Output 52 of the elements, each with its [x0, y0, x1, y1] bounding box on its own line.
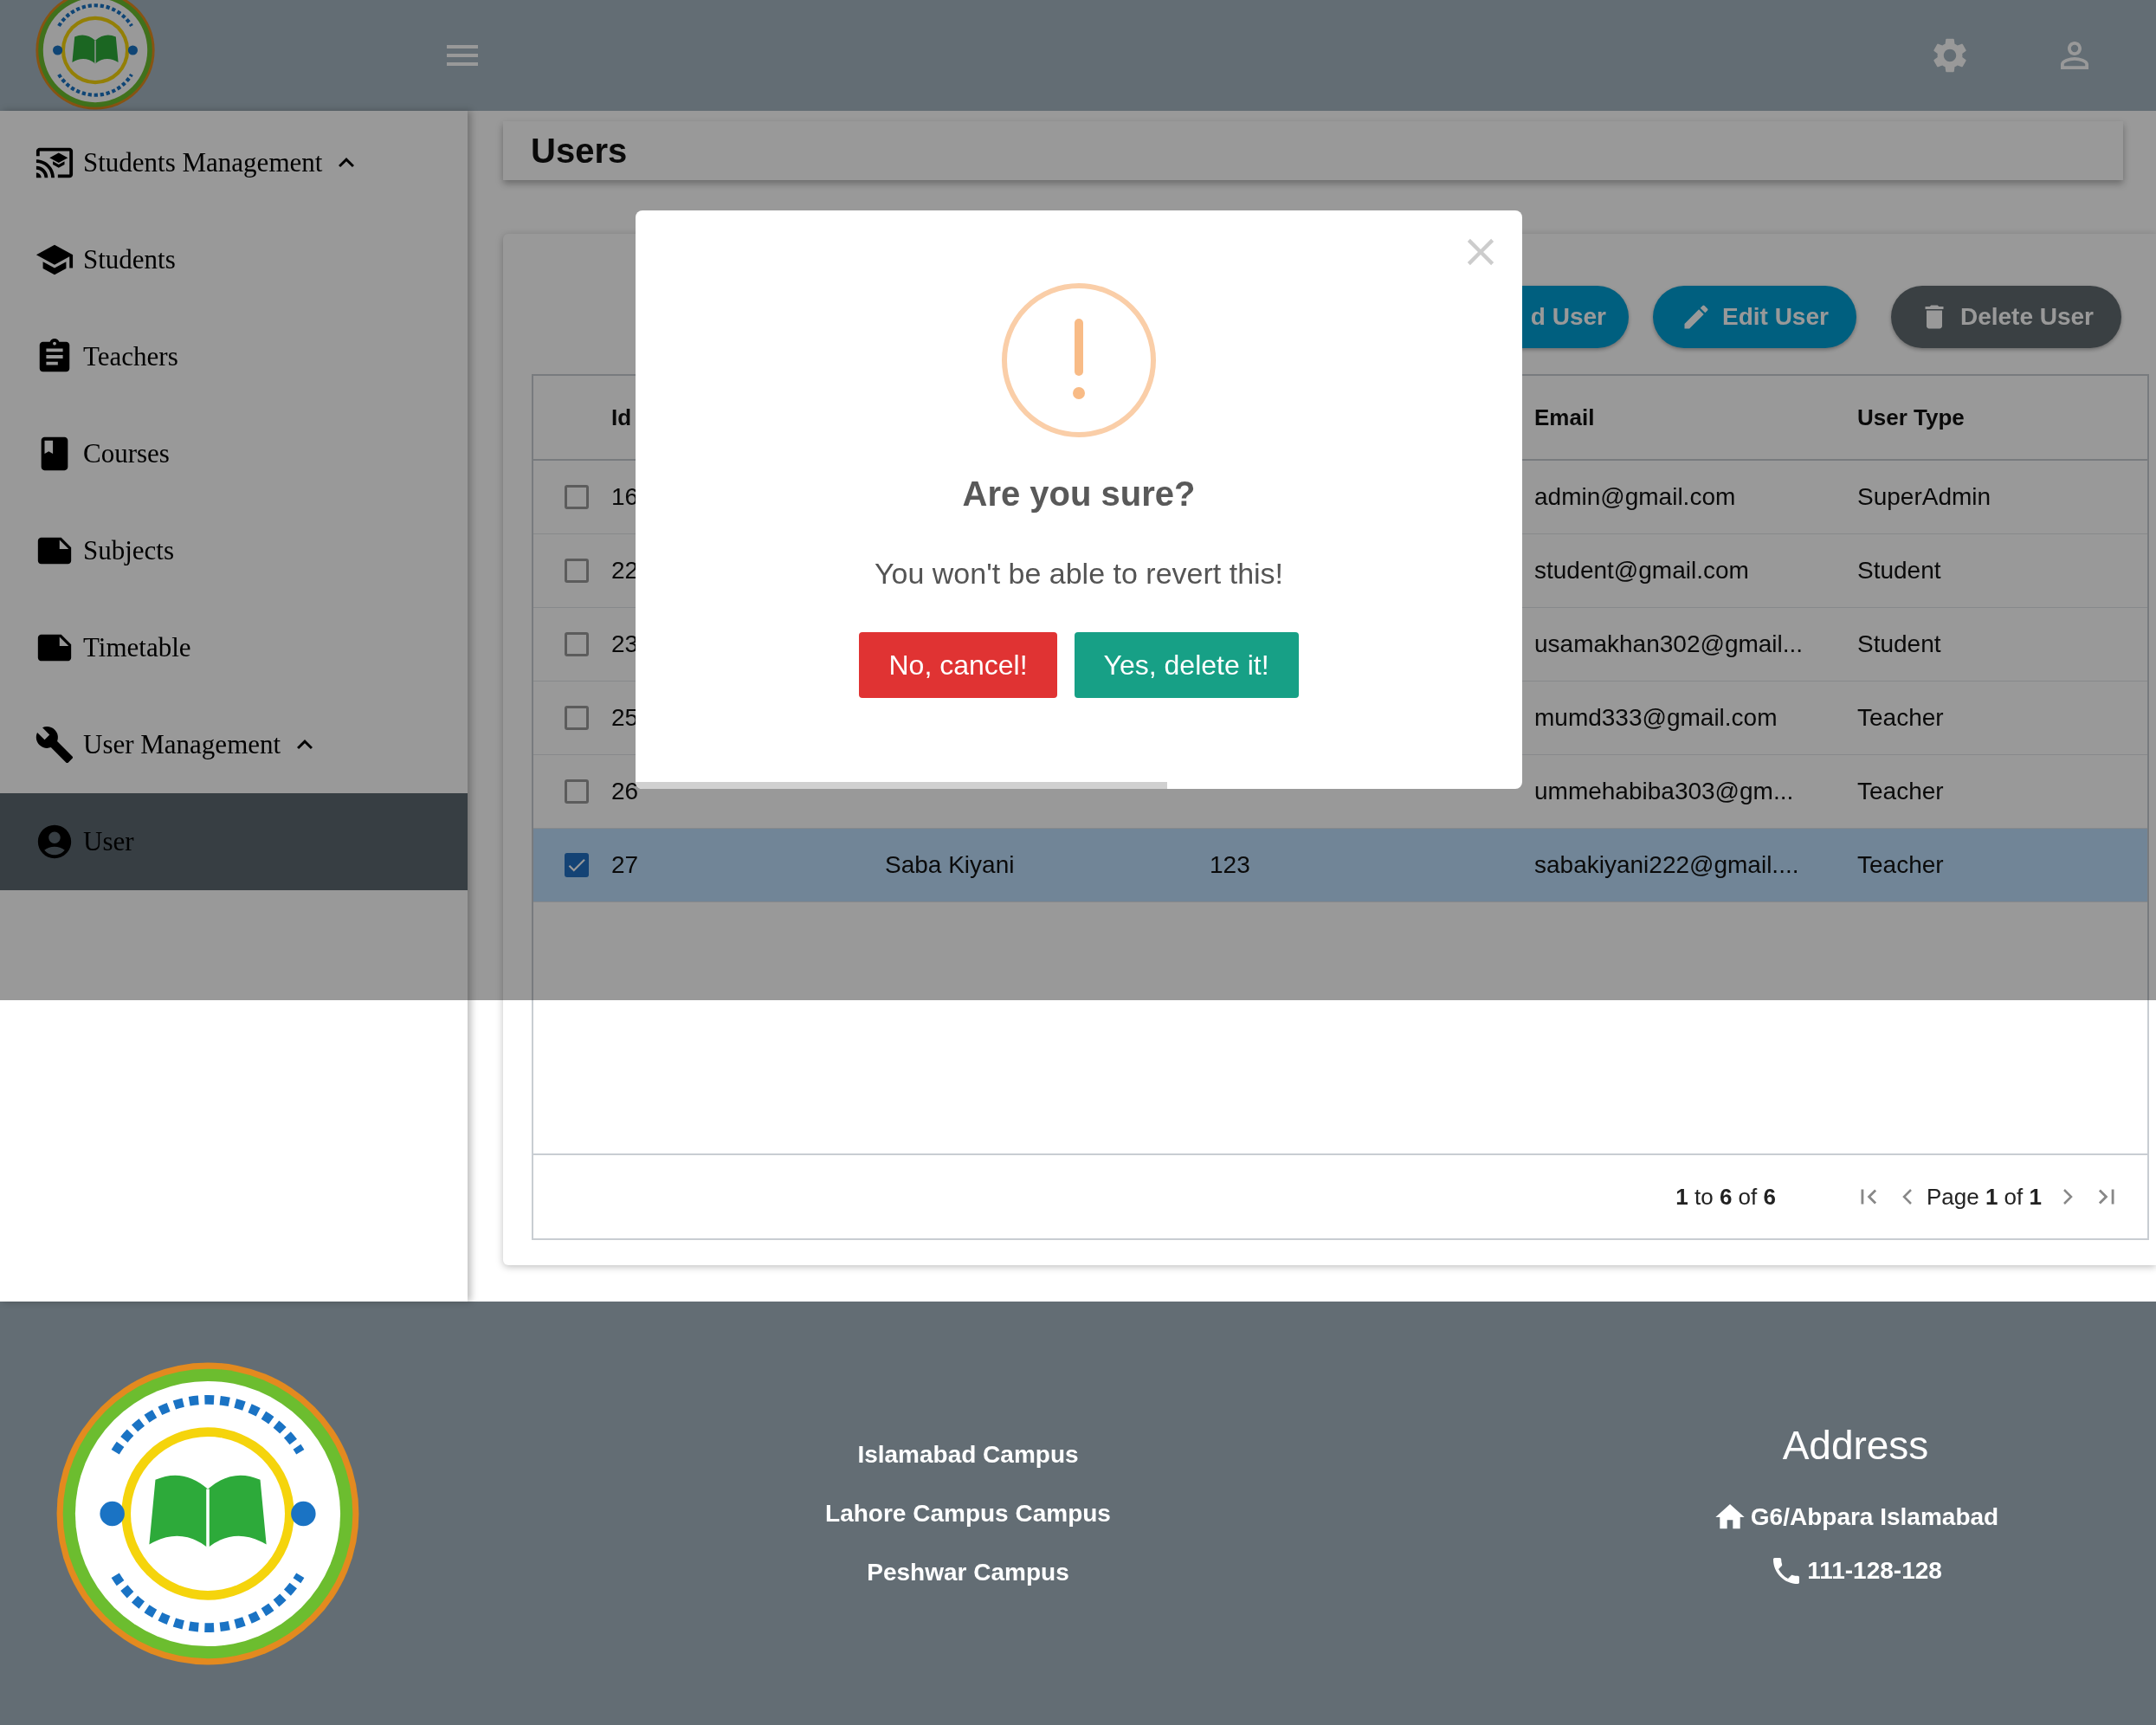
row-checkbox[interactable]	[565, 779, 589, 804]
table-cell: 27	[611, 851, 639, 879]
row-checkbox[interactable]	[565, 706, 589, 730]
delete-user-button[interactable]: Delete User	[1890, 286, 2121, 348]
column-header[interactable]: Email	[1534, 404, 1595, 430]
row-checkbox[interactable]	[565, 853, 589, 877]
address-heading: Address	[1782, 1421, 1929, 1469]
sidebar-item[interactable]: Students	[0, 211, 468, 308]
campus-link[interactable]: Islamabad Campus	[857, 1440, 1079, 1469]
row-count: 1 to 6 of 6	[1675, 1183, 1776, 1211]
column-header[interactable]: Id	[611, 404, 632, 431]
sidebar-group-label[interactable]: User Management	[83, 729, 281, 760]
table-cell: Student	[1857, 557, 1941, 584]
address-text: 111-128-128	[1807, 1556, 1942, 1585]
table-cell: Teacher	[1857, 851, 1944, 878]
address-text: G6/Abpara Islamabad	[1750, 1502, 1999, 1531]
wrench-icon	[35, 725, 74, 765]
column-header[interactable]: User Type	[1857, 404, 1965, 430]
page-indicator: Page 1 of 1	[1926, 1183, 2042, 1211]
sidebar-item[interactable]: Courses	[0, 405, 468, 502]
row-checkbox[interactable]	[565, 559, 589, 583]
table-cell: sabakiyani222@gmail....	[1534, 851, 1799, 878]
sidebar-item[interactable]: Subjects	[0, 502, 468, 599]
sidebar-group-label[interactable]: Students Management	[83, 147, 323, 178]
table-cell: SuperAdmin	[1857, 483, 1991, 510]
table-cell: Student	[1857, 630, 1941, 657]
table-cell: Teacher	[1857, 778, 1944, 804]
table-cell: 123	[1210, 851, 1250, 878]
warning-icon	[1001, 282, 1157, 438]
cancel-button[interactable]: No, cancel!	[859, 632, 1057, 698]
table-cell: mumd333@gmail.com	[1534, 704, 1778, 731]
row-checkbox[interactable]	[565, 485, 589, 509]
table-cell: 26	[611, 778, 639, 805]
table-cell: usamakhan302@gmail...	[1534, 630, 1804, 657]
dialog-title: Are you sure?	[962, 475, 1196, 514]
next-page-button[interactable]	[2062, 1188, 2073, 1205]
table-cell: Saba Kiyani	[885, 851, 1015, 878]
table-cell: student@gmail.com	[1534, 557, 1749, 584]
table-cell: admin@gmail.com	[1534, 483, 1736, 510]
table-cell: Teacher	[1857, 704, 1944, 731]
chevron-right-icon	[2062, 1188, 2073, 1205]
sidebar-item[interactable]: Timetable	[0, 599, 468, 696]
dialog-message: You won't be able to revert this!	[874, 557, 1284, 591]
chevron-left-icon	[1901, 1188, 1913, 1205]
table-row[interactable]: 27 Saba Kiyani 123 sabakiyani222@gmail.... Teacher	[533, 829, 2147, 902]
page-title: Users	[503, 121, 2123, 180]
table-cell: ummehabiba303@gm...	[1534, 778, 1794, 804]
sidebar-item[interactable]: Teachers	[0, 308, 468, 405]
campus-link[interactable]: Peshwar Campus	[867, 1558, 1069, 1586]
previous-page-button[interactable]	[1901, 1188, 1913, 1205]
campus-link[interactable]: Lahore Campus Campus	[825, 1499, 1111, 1528]
row-checkbox[interactable]	[565, 632, 589, 656]
